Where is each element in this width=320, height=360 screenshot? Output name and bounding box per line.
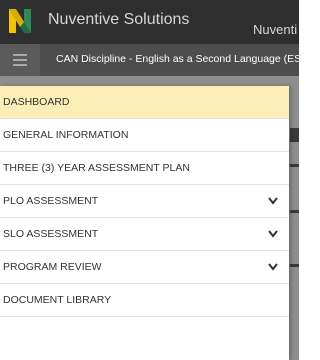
chevron-down-icon[interactable] [267,229,279,239]
hamburger-menu-button[interactable] [0,44,40,76]
nav-item-label: DASHBOARD [3,96,70,108]
nav-item-general-information[interactable]: GENERAL INFORMATION [0,119,289,152]
context-title[interactable]: CAN Discipline - English as a Second Lan… [56,53,299,65]
nuventive-logo-icon[interactable] [8,8,32,34]
brand-name-truncated: Nuventi [253,22,298,37]
nav-item-label: PLO ASSESSMENT [3,195,99,207]
app-window: Nuventive Solutions Nuventi CAN Discipli… [0,0,299,360]
nav-item-label: THREE (3) YEAR ASSESSMENT PLAN [3,162,190,174]
background-content-edge [290,164,299,167]
nav-item-plo-assessment[interactable]: PLO ASSESSMENT [0,185,289,218]
top-header: Nuventive Solutions Nuventi [0,0,299,44]
nav-item-label: SLO ASSESSMENT [3,228,99,240]
chevron-down-icon[interactable] [267,262,279,272]
brand-name: Nuventive Solutions [48,11,190,28]
chevron-down-icon[interactable] [267,196,279,206]
nav-item-label: DOCUMENT LIBRARY [3,294,112,306]
background-content-edge [290,210,299,213]
nav-item-three-year-assessment-plan[interactable]: THREE (3) YEAR ASSESSMENT PLAN [0,152,289,185]
nav-item-document-library[interactable]: DOCUMENT LIBRARY [0,284,289,317]
hamburger-icon [13,54,27,56]
context-bar: CAN Discipline - English as a Second Lan… [0,44,299,76]
nav-item-program-review[interactable]: PROGRAM REVIEW [0,251,289,284]
background-content-edge [290,264,299,267]
nav-item-dashboard[interactable]: DASHBOARD [0,86,289,119]
nav-item-label: PROGRAM REVIEW [3,261,102,273]
nav-item-slo-assessment[interactable]: SLO ASSESSMENT [0,218,289,251]
background-content-edge [290,128,299,142]
navigation-drawer: DASHBOARD GENERAL INFORMATION THREE (3) … [0,86,289,360]
hamburger-icon [13,59,27,61]
nav-item-label: GENERAL INFORMATION [3,129,129,141]
hamburger-icon [13,64,27,66]
